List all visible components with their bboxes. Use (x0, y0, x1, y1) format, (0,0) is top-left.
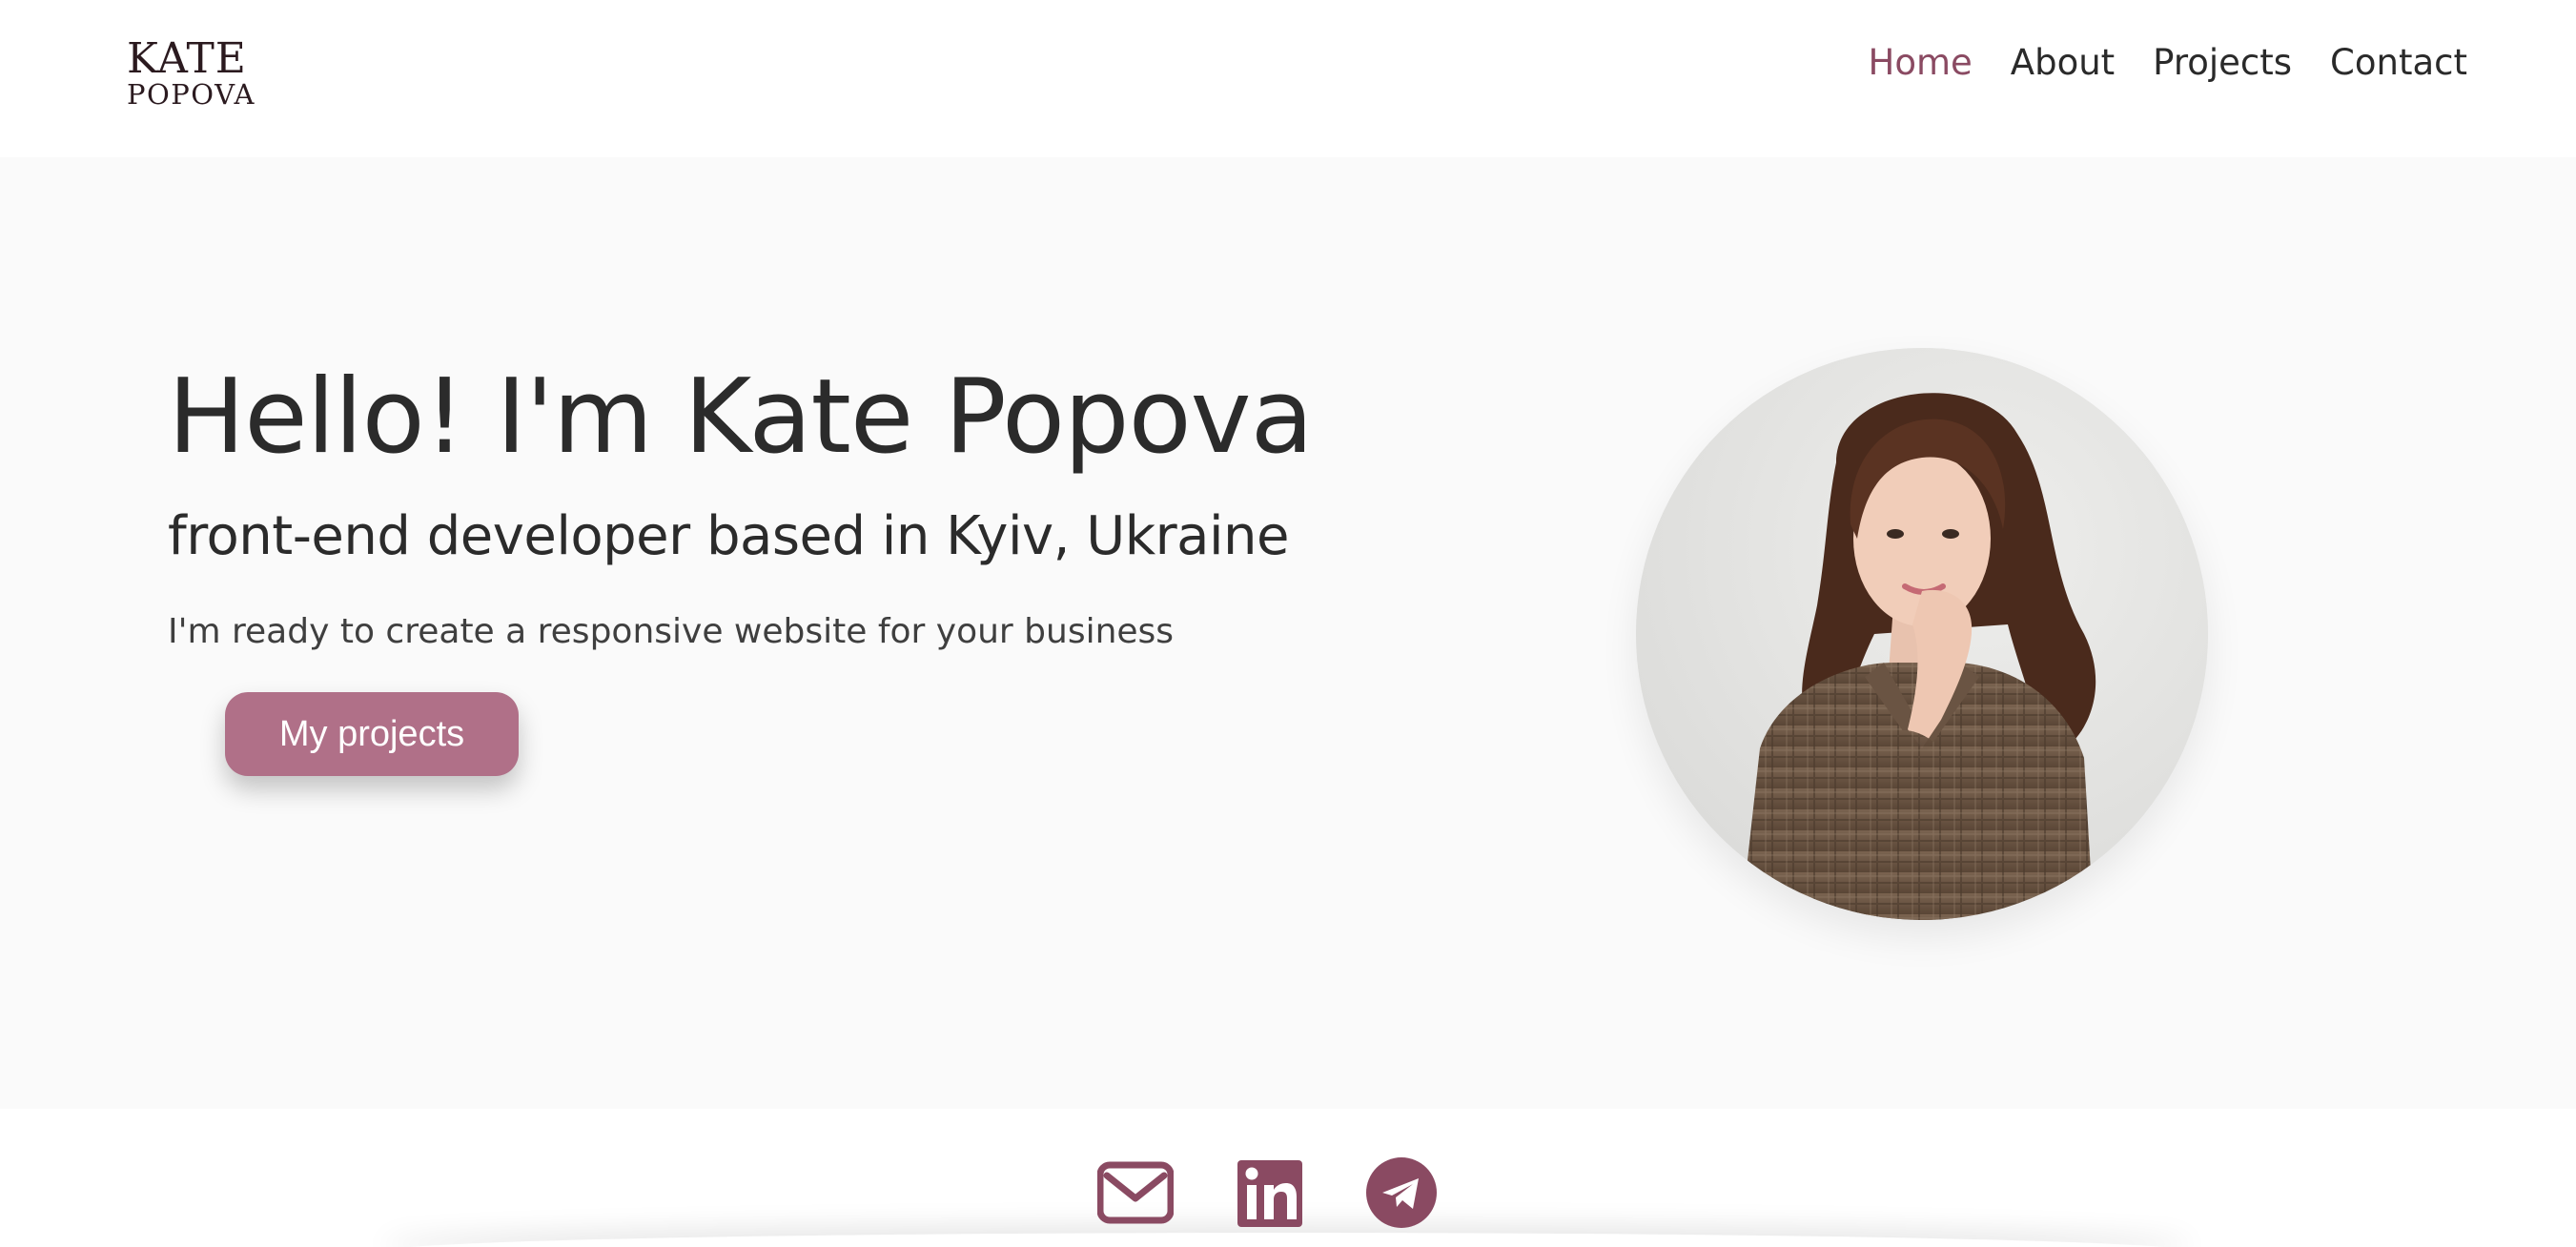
logo-first-name: KATE (127, 34, 247, 83)
hero-section: Hello! I'm Kate Popova front-end develop… (0, 157, 2576, 1109)
nav-projects[interactable]: Projects (2153, 42, 2292, 83)
envelope-icon (1096, 1161, 1175, 1224)
social-links (0, 1109, 2576, 1247)
telegram-icon (1366, 1157, 1437, 1228)
nav-about[interactable]: About (2011, 42, 2115, 83)
hero-description: I'm ready to create a responsive website… (168, 612, 1175, 651)
page: KATE POPOVA Home About Projects Contact … (0, 0, 2576, 1247)
my-projects-button[interactable]: My projects (225, 692, 519, 776)
site-header: KATE POPOVA Home About Projects Contact (0, 0, 2576, 157)
hero-title: Hello! I'm Kate Popova (168, 358, 1314, 477)
hero-subtitle: front-end developer based in Kyiv, Ukrai… (168, 505, 1290, 567)
footer-shadow (381, 1233, 2193, 1247)
email-link[interactable] (1096, 1156, 1175, 1233)
logo-last-name: POPOVA (127, 78, 256, 111)
linkedin-icon (1237, 1160, 1302, 1227)
nav-contact[interactable]: Contact (2330, 42, 2467, 83)
telegram-link[interactable] (1363, 1155, 1440, 1231)
profile-photo (1636, 348, 2208, 920)
nav-home[interactable]: Home (1869, 42, 1973, 83)
main-nav: Home About Projects Contact (1869, 42, 2468, 83)
site-logo[interactable]: KATE POPOVA (127, 38, 256, 109)
linkedin-link[interactable] (1230, 1155, 1306, 1231)
portrait-illustration (1636, 348, 2208, 920)
